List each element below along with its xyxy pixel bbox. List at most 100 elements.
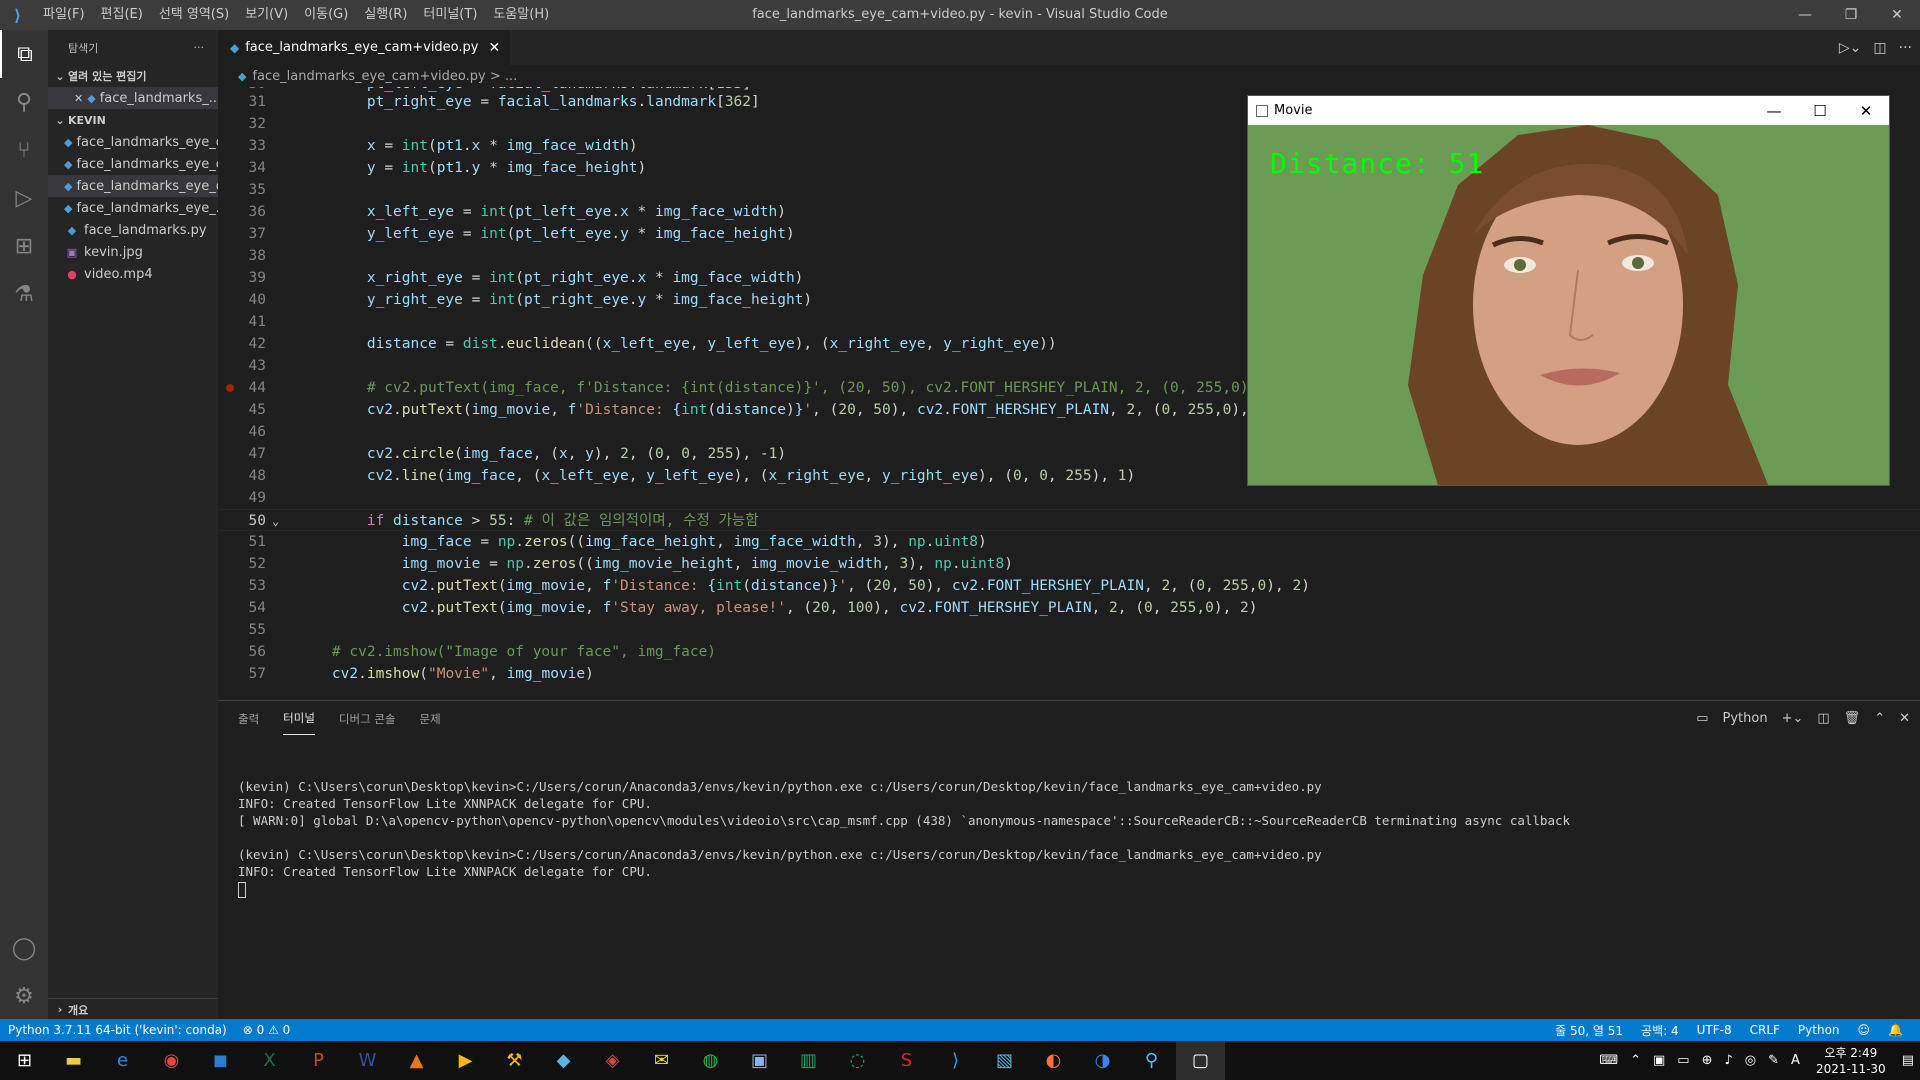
run-file-icon[interactable]: ▷⌄ xyxy=(1839,40,1862,56)
menu-view[interactable]: 보기(V) xyxy=(237,0,296,30)
testing-icon[interactable]: ⚗ xyxy=(0,270,48,318)
menu-file[interactable]: 파일(F) xyxy=(35,0,93,30)
close-icon[interactable]: ✕ xyxy=(1843,96,1889,125)
tray-icon[interactable]: ▣ xyxy=(1647,1053,1671,1068)
settings-gear-icon[interactable]: ⚙ xyxy=(0,972,48,1020)
matlab-icon[interactable]: ▲ xyxy=(392,1041,441,1080)
file-item[interactable]: ◆ face_landmarks_eye_... xyxy=(48,197,218,219)
restore-icon[interactable]: ❐ xyxy=(1828,0,1874,30)
menu-selection[interactable]: 선택 영역(S) xyxy=(151,0,237,30)
problems-indicator[interactable]: ⊗ 0 ⚠ 0 xyxy=(235,1023,299,1037)
terminal-profile[interactable]: Python xyxy=(1723,711,1768,726)
tab-terminal[interactable]: 터미널 xyxy=(283,702,315,735)
file-item[interactable]: ◆face_landmarks_eye_c... xyxy=(48,175,218,197)
menu-help[interactable]: 도움말(H) xyxy=(485,0,557,30)
source-control-icon[interactable]: ⑂ xyxy=(0,126,48,174)
app-icon[interactable]: ◼ xyxy=(196,1041,245,1080)
menu-edit[interactable]: 편집(E) xyxy=(93,0,151,30)
more-actions-icon[interactable]: ··· xyxy=(1899,40,1912,56)
tab-debug-console[interactable]: 디버그 콘솔 xyxy=(339,703,396,735)
notifications-bell-icon[interactable]: 🔔 xyxy=(1879,1023,1912,1037)
close-icon[interactable]: ✕ xyxy=(74,92,83,105)
file-explorer-icon[interactable]: ▬ xyxy=(49,1041,98,1080)
ime-indicator[interactable]: A xyxy=(1785,1053,1806,1068)
close-icon[interactable]: ✕ xyxy=(1874,0,1920,30)
file-item[interactable]: ● video.mp4 xyxy=(48,263,218,285)
close-panel-icon[interactable]: ✕ xyxy=(1899,711,1910,726)
app-icon[interactable]: ◍ xyxy=(686,1041,735,1080)
file-item[interactable]: ◆face_landmarks_eye_c... xyxy=(48,153,218,175)
minimize-icon[interactable]: — xyxy=(1782,0,1828,30)
minimize-icon[interactable]: — xyxy=(1751,96,1797,125)
app-icon[interactable]: ◈ xyxy=(588,1041,637,1080)
breadcrumb-path[interactable]: face_landmarks_eye_cam+video.py > ... xyxy=(252,69,517,84)
tray-icon[interactable]: ◎ xyxy=(1739,1053,1762,1068)
feedback-icon[interactable]: ☺ xyxy=(1849,1023,1880,1037)
close-tab-icon[interactable]: ✕ xyxy=(489,40,501,56)
end-of-line[interactable]: CRLF xyxy=(1741,1023,1789,1037)
editor-tab[interactable]: ◆ face_landmarks_eye_cam+video.py ✕ xyxy=(218,30,512,65)
outline-section[interactable]: › 개요 xyxy=(48,998,218,1020)
tab-problems[interactable]: 문제 xyxy=(419,703,440,735)
open-editors-section[interactable]: ⌄ 열려 있는 편집기 xyxy=(48,65,218,87)
word-icon[interactable]: W xyxy=(343,1041,392,1080)
loading-app-icon[interactable]: ◌ xyxy=(833,1041,882,1080)
tab-output[interactable]: 출력 xyxy=(238,703,259,735)
chrome-icon[interactable]: ◉ xyxy=(147,1041,196,1080)
app-icon[interactable]: ◑ xyxy=(1078,1041,1127,1080)
movie-window[interactable]: Movie — ☐ ✕ Distance: 51 xyxy=(1247,95,1890,486)
notification-icon[interactable]: ▤ xyxy=(1896,1053,1920,1068)
pen-icon[interactable]: ✎ xyxy=(1762,1053,1785,1068)
volume-icon[interactable]: ♪ xyxy=(1719,1053,1739,1068)
app-icon[interactable]: ▶ xyxy=(441,1041,490,1080)
chevron-down-icon[interactable]: ⌄ xyxy=(272,510,279,532)
file-item[interactable]: ▣ kevin.jpg xyxy=(48,241,218,263)
app-icon[interactable]: S xyxy=(882,1041,931,1080)
language-mode[interactable]: Python xyxy=(1789,1023,1849,1037)
clock[interactable]: 오후 2:49 2021-11-30 xyxy=(1806,1045,1896,1077)
split-editor-icon[interactable]: ◫ xyxy=(1873,40,1886,56)
powerpoint-icon[interactable]: P xyxy=(294,1041,343,1080)
app-icon[interactable]: ▧ xyxy=(980,1041,1029,1080)
terminal-output[interactable]: (kevin) C:\Users\corun\Desktop\kevin>C:/… xyxy=(238,761,1570,898)
windows-start-icon[interactable]: ⊞ xyxy=(0,1041,49,1080)
kakaotalk-icon[interactable]: ✉ xyxy=(637,1041,686,1080)
run-debug-icon[interactable]: ▷ xyxy=(0,174,48,222)
indentation[interactable]: 공백: 4 xyxy=(1632,1022,1688,1039)
app-icon[interactable]: ◆ xyxy=(539,1041,588,1080)
explorer-icon[interactable]: ⧉ xyxy=(0,30,48,78)
maximize-panel-icon[interactable]: ⌃ xyxy=(1874,711,1885,726)
maximize-icon[interactable]: ☐ xyxy=(1797,96,1843,125)
chart-app-icon[interactable]: ▥ xyxy=(784,1041,833,1080)
chevron-up-icon[interactable]: ⌃ xyxy=(1624,1053,1647,1068)
app-icon[interactable]: ▣ xyxy=(735,1041,784,1080)
internet-explorer-icon[interactable]: e xyxy=(98,1041,147,1080)
battery-icon[interactable]: ▭ xyxy=(1671,1053,1695,1068)
firefox-icon[interactable]: ◐ xyxy=(1029,1041,1078,1080)
trash-icon[interactable]: 🗑 xyxy=(1844,711,1861,726)
app-icon[interactable]: ⚒ xyxy=(490,1041,539,1080)
keyboard-icon[interactable]: ⌨ xyxy=(1593,1053,1624,1068)
open-editor-item[interactable]: ✕ ◆ face_landmarks_... xyxy=(48,87,218,109)
vscode-icon[interactable]: ⟩ xyxy=(931,1041,980,1080)
menu-terminal[interactable]: 터미널(T) xyxy=(415,0,485,30)
python-interpreter[interactable]: Python 3.7.11 64-bit ('kevin': conda) xyxy=(0,1023,235,1037)
menu-run[interactable]: 실행(R) xyxy=(356,0,415,30)
movie-titlebar[interactable]: Movie — ☐ ✕ xyxy=(1248,96,1889,125)
account-icon[interactable]: ◯ xyxy=(0,924,48,972)
search-icon[interactable]: ⚲ xyxy=(0,78,48,126)
app-icon[interactable]: ▢ xyxy=(1176,1041,1225,1080)
more-actions-icon[interactable]: ··· xyxy=(194,41,205,54)
network-icon[interactable]: ⊕ xyxy=(1696,1053,1719,1068)
excel-icon[interactable]: X xyxy=(245,1041,294,1080)
extensions-icon[interactable]: ⊞ xyxy=(0,222,48,270)
folder-section[interactable]: ⌄ KEVIN xyxy=(48,109,218,131)
app-icon[interactable]: ⚲ xyxy=(1127,1041,1176,1080)
file-item[interactable]: ◆ face_landmarks.py xyxy=(48,219,218,241)
menu-go[interactable]: 이동(G) xyxy=(296,0,356,30)
cursor-position[interactable]: 줄 50, 열 51 xyxy=(1546,1022,1632,1039)
file-item[interactable]: ◆face_landmarks_eye_c... xyxy=(48,131,218,153)
encoding[interactable]: UTF-8 xyxy=(1688,1023,1741,1037)
new-terminal-icon[interactable]: +⌄ xyxy=(1782,711,1804,726)
split-terminal-icon[interactable]: ◫ xyxy=(1817,711,1829,726)
